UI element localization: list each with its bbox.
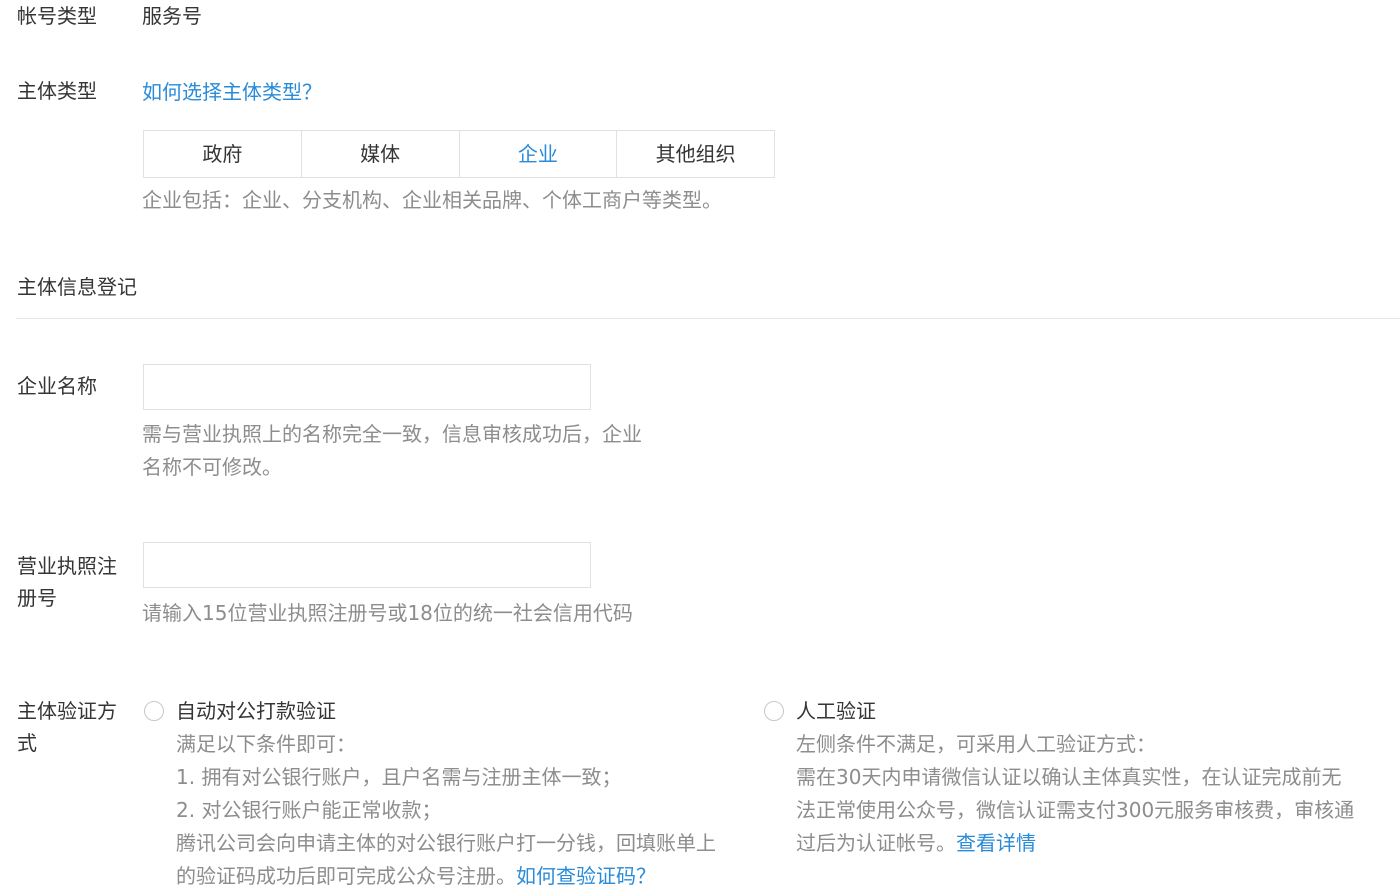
auto-desc-line-1: 满足以下条件即可： xyxy=(176,732,356,756)
company-name-hint-line-2: 名称不可修改。 xyxy=(142,455,282,479)
subject-type-help-link[interactable]: 如何选择主体类型？ xyxy=(142,76,322,108)
license-number-label-line-1: 营业执照注 xyxy=(17,554,117,578)
auto-verification-description: 满足以下条件即可： 1. 拥有对公银行账户，且户名需与注册主体一致； 2. 对公… xyxy=(176,728,756,893)
account-type-label: 帐号类型 xyxy=(17,4,97,28)
manual-desc-line-4-text: 过后为认证帐号。 xyxy=(796,831,956,855)
license-number-label: 营业执照注 册号 xyxy=(17,550,129,614)
manual-verification-description: 左侧条件不满足，可采用人工验证方式： 需在30天内申请微信认证以确认主体真实性，… xyxy=(796,728,1396,860)
tab-media[interactable]: 媒体 xyxy=(300,131,459,177)
verification-method-label: 主体验证方 式 xyxy=(17,695,129,759)
license-number-input[interactable] xyxy=(143,542,591,588)
auto-desc-line-2: 1. 拥有对公银行账户，且户名需与注册主体一致； xyxy=(176,765,622,789)
auto-desc-line-5-text: 的验证码成功后即可完成公众号注册。 xyxy=(176,864,516,888)
auto-desc-line-4: 腾讯公司会向申请主体的对公银行账户打一分钱，回填账单上 xyxy=(176,831,716,855)
view-details-link[interactable]: 查看详情 xyxy=(956,831,1036,855)
company-name-hint: 需与营业执照上的名称完全一致，信息审核成功后，企业 名称不可修改。 xyxy=(142,418,642,484)
auto-verification-title[interactable]: 自动对公打款验证 xyxy=(176,695,336,727)
section-divider xyxy=(16,318,1400,319)
manual-desc-line-2: 需在30天内申请微信认证以确认主体真实性，在认证完成前无 xyxy=(796,765,1342,789)
auto-desc-line-3: 2. 对公银行账户能正常收款； xyxy=(176,798,442,822)
company-name-hint-line-1: 需与营业执照上的名称完全一致，信息审核成功后，企业 xyxy=(142,422,642,446)
subject-type-tabs: 政府 媒体 企业 其他组织 xyxy=(143,130,775,178)
verification-label-line-1: 主体验证方 xyxy=(17,699,117,723)
auto-verification-radio[interactable] xyxy=(144,701,164,721)
license-number-hint: 请输入15位营业执照注册号或18位的统一社会信用代码 xyxy=(142,601,633,625)
account-type-value: 服务号 xyxy=(142,4,202,28)
subject-type-label: 主体类型 xyxy=(17,79,97,103)
verification-label-line-2: 式 xyxy=(17,731,37,755)
auto-desc-line-5: 的验证码成功后即可完成公众号注册。如何查验证码？ xyxy=(176,860,756,893)
tab-other-organization[interactable]: 其他组织 xyxy=(616,131,774,177)
manual-desc-line-1: 左侧条件不满足，可采用人工验证方式： xyxy=(796,732,1156,756)
tab-enterprise[interactable]: 企业 xyxy=(458,131,617,177)
tab-government[interactable]: 政府 xyxy=(144,131,301,177)
manual-desc-line-3: 法正常使用公众号，微信认证需支付300元服务审核费，审核通 xyxy=(796,798,1355,822)
company-name-label: 企业名称 xyxy=(17,374,97,398)
how-to-check-code-link[interactable]: 如何查验证码？ xyxy=(516,864,656,888)
manual-verification-radio[interactable] xyxy=(764,701,784,721)
manual-desc-line-4: 过后为认证帐号。查看详情 xyxy=(796,827,1396,860)
company-name-input[interactable] xyxy=(143,364,591,410)
license-number-label-line-2: 册号 xyxy=(17,586,57,610)
manual-verification-title[interactable]: 人工验证 xyxy=(796,695,876,727)
subject-type-description: 企业包括：企业、分支机构、企业相关品牌、个体工商户等类型。 xyxy=(142,188,722,212)
section-title: 主体信息登记 xyxy=(17,275,137,299)
